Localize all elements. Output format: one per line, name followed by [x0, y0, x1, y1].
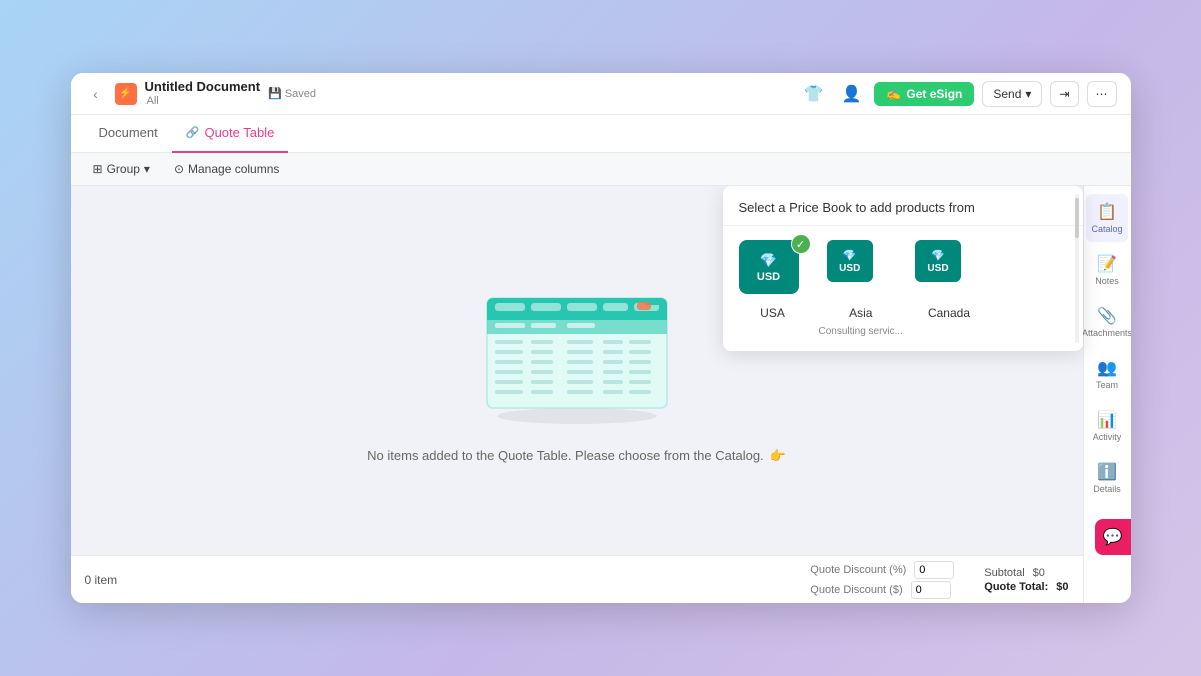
price-book-asia-icon-wrap: 💎 USD: [827, 240, 895, 300]
sidebar-item-catalog[interactable]: 📋 Catalog: [1086, 194, 1128, 242]
attachments-label: Attachments: [1082, 328, 1131, 338]
asia-subtitle: Consulting servic...: [819, 326, 903, 337]
canada-name: Canada: [928, 306, 970, 320]
user-icon[interactable]: 👤: [836, 79, 866, 109]
asia-diamond-icon: 💎: [843, 249, 857, 262]
details-icon: ℹ️: [1097, 462, 1117, 482]
footer-totals: Subtotal $0 Quote Total: $0: [984, 567, 1068, 593]
tabs-bar: Document 🔗 Quote Table: [71, 115, 1131, 153]
send-chevron-icon: ▾: [1025, 87, 1031, 101]
group-button[interactable]: ⊞ Group ▾: [85, 159, 158, 179]
activity-icon: 📊: [1097, 410, 1117, 430]
main-content: No items added to the Quote Table. Pleas…: [71, 186, 1131, 603]
footer-subtotal-row: Subtotal $0: [984, 567, 1068, 579]
group-icon: ⊞: [93, 162, 103, 176]
quote-total-value: $0: [1056, 581, 1068, 593]
subtotal-value: $0: [1033, 567, 1045, 579]
scroll-thumb[interactable]: [1075, 198, 1079, 238]
share-button[interactable]: ⇥: [1050, 81, 1078, 107]
price-book-usa-icon-wrap: 💎 USD ✓: [739, 240, 807, 300]
popup-header: Select a Price Book to add products from: [723, 186, 1083, 226]
saved-badge: 💾 Saved: [268, 87, 316, 100]
tab-quote-table-icon: 🔗: [186, 126, 200, 139]
manage-columns-button[interactable]: ⊙ Manage columns: [166, 159, 287, 179]
footer: 0 item Quote Discount (%) Quote Discount…: [71, 555, 1083, 603]
price-book-canada[interactable]: 💎 USD Canada: [915, 240, 983, 337]
price-book-asia-icon: 💎 USD: [827, 240, 873, 282]
chat-fab-button[interactable]: 💬: [1095, 519, 1131, 555]
hand-icon: 👉: [770, 448, 786, 464]
chat-icon: 💬: [1103, 527, 1123, 547]
price-book-canada-icon-wrap: 💎 USD: [915, 240, 983, 300]
tab-document-label: Document: [99, 125, 158, 140]
table-illustration: [467, 278, 687, 428]
app-icon: ⚡: [115, 83, 137, 105]
price-book-popup: Select a Price Book to add products from…: [723, 186, 1083, 351]
usa-diamond-icon: 💎: [760, 252, 777, 269]
toolbar: ⊞ Group ▾ ⊙ Manage columns: [71, 153, 1131, 186]
canada-diamond-icon: 💎: [931, 249, 945, 262]
sidebar-item-notes[interactable]: 📝 Notes: [1086, 246, 1128, 294]
team-label: Team: [1096, 380, 1118, 390]
group-chevron-icon: ▾: [144, 162, 150, 176]
get-esign-icon: ✍️: [886, 87, 901, 101]
price-book-asia[interactable]: 💎 USD Asia Consulting servic...: [819, 240, 903, 337]
tab-quote-table[interactable]: 🔗 Quote Table: [172, 115, 289, 153]
top-bar-right: 👕 👤 ✍️ Get eSign Send ▾ ⇥ ⋯: [798, 79, 1116, 109]
catalog-icon: 📋: [1097, 202, 1117, 222]
quote-discount-percent-label: Quote Discount (%): [810, 564, 906, 576]
asia-currency-label: USD: [839, 263, 860, 274]
empty-message: No items added to the Quote Table. Pleas…: [367, 448, 786, 464]
attachments-icon: 📎: [1097, 306, 1117, 326]
document-title: Untitled Document: [145, 79, 261, 95]
details-label: Details: [1093, 484, 1121, 494]
top-bar: ‹ ⚡ Untitled Document All 💾 Saved 👕 👤 ✍️…: [71, 73, 1131, 115]
sidebar-item-details[interactable]: ℹ️ Details: [1086, 454, 1128, 502]
notes-label: Notes: [1095, 276, 1119, 286]
popup-scrollbar: [1075, 186, 1079, 351]
back-button[interactable]: ‹: [85, 83, 107, 105]
footer-discount-percent-row: Quote Discount (%): [810, 561, 954, 579]
top-bar-left: ‹ ⚡ Untitled Document All 💾 Saved: [85, 79, 799, 108]
quote-total-label: Quote Total:: [984, 581, 1048, 593]
quote-discount-dollar-input[interactable]: [911, 581, 951, 599]
usa-check-badge: ✓: [791, 234, 811, 254]
columns-icon: ⊙: [174, 162, 184, 176]
canada-currency-label: USD: [927, 263, 948, 274]
footer-total-row: Quote Total: $0: [984, 581, 1068, 593]
footer-items-count: 0 item: [85, 573, 165, 587]
sidebar-item-team[interactable]: 👥 Team: [1086, 350, 1128, 398]
footer-discount-dollar-row: Quote Discount ($): [810, 581, 954, 599]
catalog-label: Catalog: [1091, 224, 1122, 234]
quote-discount-dollar-label: Quote Discount ($): [810, 584, 902, 596]
footer-right: Quote Discount (%) Quote Discount ($) Su…: [165, 561, 1069, 599]
usa-name: USA: [760, 306, 785, 320]
subtotal-label: Subtotal: [984, 567, 1024, 579]
tab-document[interactable]: Document: [85, 115, 172, 153]
shirt-icon[interactable]: 👕: [798, 79, 828, 109]
tab-quote-table-label: Quote Table: [204, 125, 274, 140]
sidebar-item-attachments[interactable]: 📎 Attachments: [1086, 298, 1128, 346]
price-book-canada-icon: 💎 USD: [915, 240, 961, 282]
get-esign-button[interactable]: ✍️ Get eSign: [874, 82, 974, 106]
popup-body: 💎 USD ✓ USA 💎 USD: [723, 226, 1083, 351]
quote-discount-percent-input[interactable]: [914, 561, 954, 579]
activity-label: Activity: [1093, 432, 1122, 442]
team-icon: 👥: [1097, 358, 1117, 378]
main-window: ‹ ⚡ Untitled Document All 💾 Saved 👕 👤 ✍️…: [71, 73, 1131, 603]
sidebar-item-activity[interactable]: 📊 Activity: [1086, 402, 1128, 450]
scroll-track: [1075, 194, 1079, 343]
notes-icon: 📝: [1097, 254, 1117, 274]
footer-discounts: Quote Discount (%) Quote Discount ($): [810, 561, 954, 599]
usa-currency-label: USD: [757, 271, 780, 283]
send-button[interactable]: Send ▾: [982, 81, 1042, 107]
usa-check-icon: ✓: [792, 235, 810, 253]
price-book-usa-icon: 💎 USD: [739, 240, 799, 294]
asia-name: Asia: [849, 306, 872, 320]
price-book-usa[interactable]: 💎 USD ✓ USA: [739, 240, 807, 337]
all-link[interactable]: All: [147, 95, 261, 108]
more-button[interactable]: ⋯: [1087, 81, 1117, 107]
